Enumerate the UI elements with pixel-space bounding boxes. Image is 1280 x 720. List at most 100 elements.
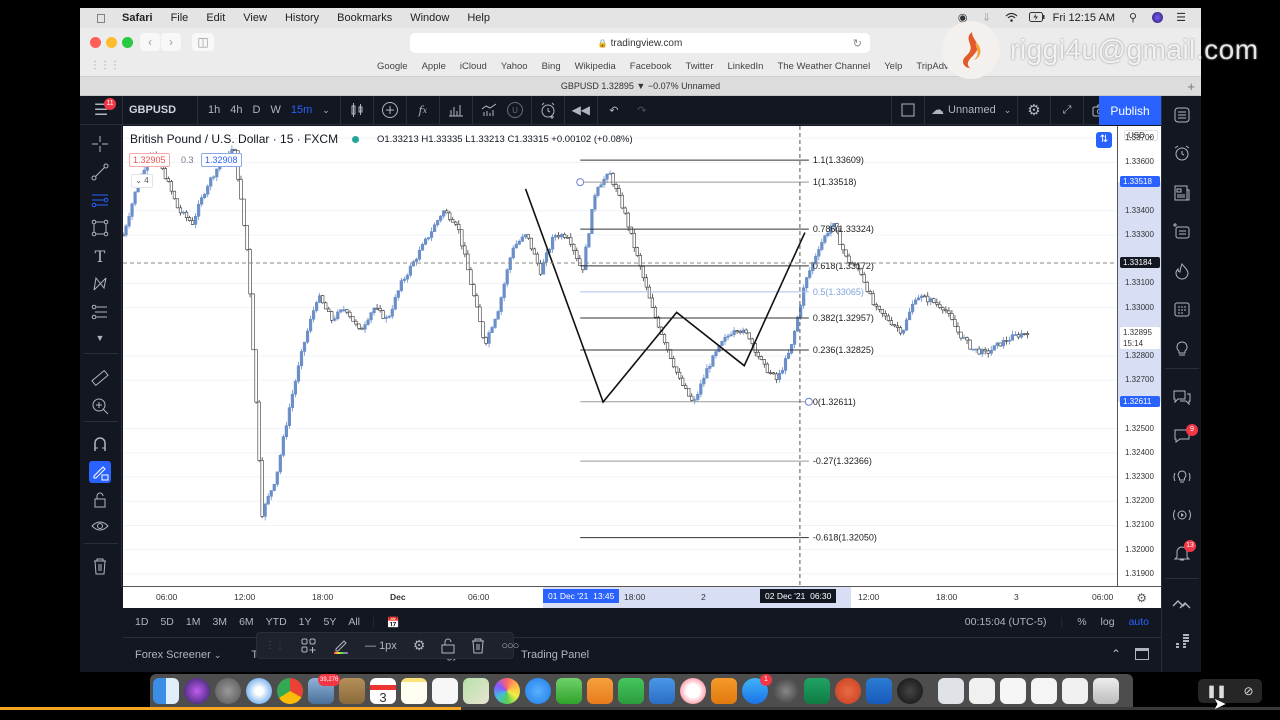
tab-title[interactable]: GBPUSD 1.32895 ▼ −0.07% Unnamed: [561, 81, 720, 91]
bookmark-linkedin[interactable]: LinkedIn: [728, 61, 764, 72]
replay-unavailable-icon[interactable]: U: [505, 100, 525, 120]
numbers-icon[interactable]: [618, 678, 644, 704]
bar-replay-icon[interactable]: ◀◀: [571, 100, 591, 120]
layout-name-button[interactable]: ☁ Unnamed ⌄: [925, 96, 1017, 125]
object-tree-toggle-icon[interactable]: ⇅: [1096, 132, 1112, 148]
finder-icon[interactable]: [153, 678, 179, 704]
maximize-panel-icon[interactable]: [1135, 648, 1149, 660]
system-preferences-icon[interactable]: [773, 678, 799, 704]
candle-style-icon[interactable]: [347, 100, 367, 120]
pattern-xabcd-icon[interactable]: [89, 273, 111, 295]
facetime-icon[interactable]: [556, 678, 582, 704]
range-5y[interactable]: 5Y: [324, 616, 337, 629]
crosshair-icon[interactable]: [89, 133, 111, 155]
photos-icon[interactable]: [494, 678, 520, 704]
range-6m[interactable]: 6M: [239, 616, 254, 629]
zoom-window-button[interactable]: [122, 37, 133, 48]
line-color-pencil-icon[interactable]: [325, 632, 357, 659]
series-legend-title[interactable]: British Pound / U.S. Dollar · 15 · FXCM: [130, 132, 338, 146]
more-options-icon[interactable]: ○○○: [493, 632, 526, 659]
hotlists-icon[interactable]: [1171, 220, 1193, 242]
news-icon[interactable]: [1171, 182, 1193, 204]
url-text[interactable]: tradingview.com: [611, 38, 683, 49]
streams-lightbulb-icon[interactable]: [1171, 466, 1193, 488]
interval-15m[interactable]: 15m: [291, 104, 312, 116]
interval-d[interactable]: D: [253, 104, 261, 116]
pages-icon[interactable]: [587, 678, 613, 704]
calendar-icon[interactable]: [1171, 298, 1193, 320]
axis-settings-gear-icon[interactable]: ⚙: [1136, 591, 1147, 605]
go-to-date-icon[interactable]: 📅: [387, 616, 400, 629]
line-width-button[interactable]: — 1px: [357, 632, 405, 659]
prediction-measure-icon[interactable]: [89, 301, 111, 323]
fib-retracement-icon[interactable]: [89, 189, 111, 211]
menu-edit[interactable]: Edit: [206, 12, 225, 24]
bookmark-icloud[interactable]: iCloud: [460, 61, 487, 72]
bookmark-apple[interactable]: Apple: [422, 61, 446, 72]
hot-flame-icon[interactable]: [1171, 260, 1193, 282]
word-icon[interactable]: [866, 678, 892, 704]
log-scale-toggle[interactable]: log: [1101, 616, 1115, 628]
calendar-icon[interactable]: 3: [370, 678, 396, 705]
indicators-collapse-toggle[interactable]: ⌄ 4: [131, 174, 153, 188]
trading-panel-chevron-icon[interactable]: [1171, 592, 1193, 614]
interval-1h[interactable]: 1h: [208, 104, 220, 116]
keynote-icon[interactable]: [649, 678, 675, 704]
zoom-in-icon[interactable]: [89, 395, 111, 417]
chart-pane[interactable]: 1.1(1.33609) 1(1.33518) 0.786(1.33324) 0.61…: [123, 126, 1117, 586]
publish-button[interactable]: Publish: [1099, 96, 1161, 125]
document-preview-5-icon[interactable]: [1062, 678, 1088, 704]
range-1y[interactable]: 1Y: [299, 616, 312, 629]
range-3m[interactable]: 3M: [212, 616, 227, 629]
sidebar-toggle-button[interactable]: ◫: [192, 33, 214, 51]
range-1m[interactable]: 1M: [186, 616, 201, 629]
indicators-fx-icon[interactable]: fx: [413, 100, 433, 120]
chrome-icon[interactable]: [277, 678, 303, 704]
auto-scale-toggle[interactable]: auto: [1129, 616, 1149, 628]
price-chart[interactable]: 1.1(1.33609) 1(1.33518) 0.786(1.33324) 0.61…: [123, 126, 1117, 586]
trash-icon[interactable]: [1093, 678, 1119, 704]
minimize-window-button[interactable]: [106, 37, 117, 48]
range-ytd[interactable]: YTD: [266, 616, 287, 629]
tab-forex-screener[interactable]: Forex Screener ⌄: [135, 649, 221, 661]
sell-button[interactable]: 1.32905: [129, 153, 170, 167]
financials-icon[interactable]: [446, 100, 466, 120]
launchpad-icon[interactable]: [215, 678, 241, 704]
messages-icon[interactable]: [525, 678, 551, 704]
hide-controls-icon[interactable]: ⊘: [1243, 684, 1253, 698]
notes-icon[interactable]: [401, 678, 427, 704]
magnet-icon[interactable]: [89, 433, 111, 455]
interval-4h[interactable]: 4h: [230, 104, 242, 116]
bookmark-facebook[interactable]: Facebook: [630, 61, 672, 72]
range-1d[interactable]: 1D: [135, 616, 148, 629]
trend-line-icon[interactable]: [89, 161, 111, 183]
interval-dropdown-icon[interactable]: ⌄: [322, 105, 330, 116]
drawing-settings-gear-icon[interactable]: ⚙: [405, 632, 434, 659]
tab-trading-panel[interactable]: Trading Panel: [521, 649, 589, 661]
remove-drawings-trash-icon[interactable]: [89, 555, 111, 577]
ideas-lightbulb-icon[interactable]: [1171, 338, 1193, 360]
bookmark-weather-channel[interactable]: The Weather Channel: [777, 61, 870, 72]
siri-icon[interactable]: [184, 678, 210, 704]
layout-dropdown-icon[interactable]: ⌄: [1004, 105, 1012, 116]
alerts-clock-icon[interactable]: [1171, 142, 1193, 164]
drag-handle-icon[interactable]: ⋮⋮: [257, 632, 293, 659]
document-preview-3-icon[interactable]: [1000, 678, 1026, 704]
safari-icon[interactable]: [246, 678, 272, 704]
bookmark-wikipedia[interactable]: Wikipedia: [575, 61, 616, 72]
reload-icon[interactable]: ↻: [853, 37, 862, 50]
lock-drawing-icon[interactable]: [433, 632, 463, 659]
chats-icon[interactable]: [1171, 386, 1193, 408]
utc-clock[interactable]: 00:15:04 (UTC-5): [965, 616, 1047, 628]
range-5d[interactable]: 5D: [160, 616, 173, 629]
undo-icon[interactable]: ↶: [604, 100, 624, 120]
interval-w[interactable]: W: [270, 104, 280, 116]
document-preview-4-icon[interactable]: [1031, 678, 1057, 704]
bookmark-yahoo[interactable]: Yahoo: [501, 61, 528, 72]
menu-view[interactable]: View: [243, 12, 267, 24]
back-button[interactable]: ‹: [140, 33, 160, 51]
layout-select-icon[interactable]: [898, 100, 918, 120]
apple-menu-icon[interactable]: : [96, 11, 108, 26]
redo-icon[interactable]: ↷: [632, 100, 652, 120]
menu-bookmarks[interactable]: Bookmarks: [337, 12, 392, 24]
